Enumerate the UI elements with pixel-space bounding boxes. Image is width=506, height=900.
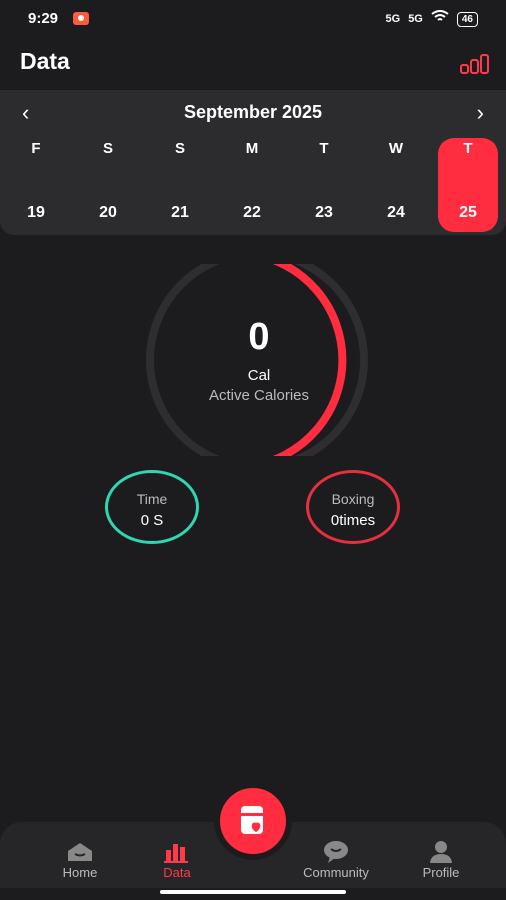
signal-icon: 5G (408, 13, 423, 25)
page-header: Data (0, 38, 506, 88)
home-indicator (160, 890, 346, 894)
person-icon (430, 841, 452, 863)
calendar-weekday: S (102, 140, 113, 157)
nav-data[interactable]: Data (137, 840, 217, 880)
status-icons: 5G 5G 46 (385, 10, 478, 28)
nav-home-label: Home (62, 865, 98, 880)
bar-chart-icon[interactable] (460, 54, 490, 74)
calendar-weekday: W (388, 140, 404, 157)
calendar-weekday: S (174, 140, 185, 157)
calendar-weekday: T (319, 140, 329, 157)
nav-profile-label: Profile (422, 865, 460, 880)
calendar-day[interactable]: S 20 (78, 138, 138, 232)
calories-label: Active Calories (208, 387, 310, 404)
home-icon (68, 843, 92, 861)
nav-home[interactable]: Home (40, 840, 120, 880)
calendar-date: 24 (387, 204, 405, 221)
time-stat-value: 0 S (140, 512, 164, 529)
calendar-date: 22 (243, 204, 261, 221)
calendar-header: ‹ September 2025 › (0, 102, 506, 126)
calories-ring: 0 Cal Active Calories (143, 264, 375, 456)
chevron-right-icon[interactable]: › (477, 102, 484, 124)
calendar-weekday: M (245, 140, 259, 157)
nav-community[interactable]: Community (296, 840, 376, 880)
status-bar: 9:29 5G 5G 46 (0, 0, 506, 38)
calendar-date: 25 (459, 204, 477, 221)
calendar-day[interactable]: T 23 (294, 138, 354, 232)
calendar-weekday: F (31, 140, 41, 157)
bar-chart-icon (164, 844, 188, 863)
week-calendar: ‹ September 2025 › F 19 S 20 S 21 M 22 T 23 W 24 T 25 (0, 90, 506, 235)
calendar-day[interactable]: F 19 (6, 138, 66, 232)
calendar-days: F 19 S 20 S 21 M 22 T 23 W 24 T 25 (0, 138, 506, 233)
calendar-date: 23 (315, 204, 333, 221)
calories-progress-ring (146, 264, 368, 456)
calendar-date: 19 (27, 204, 45, 221)
status-time: 9:29 (28, 10, 59, 27)
nav-community-label: Community (303, 865, 369, 880)
workout-button[interactable] (214, 782, 292, 860)
calendar-day[interactable]: W 24 (366, 138, 426, 232)
calendar-date: 21 (171, 204, 189, 221)
chat-bubble-icon (324, 841, 348, 863)
calendar-date: 20 (99, 204, 117, 221)
wifi-icon (431, 10, 449, 28)
time-stat-label: Time (136, 491, 168, 507)
time-stat[interactable]: Time 0 S (105, 470, 199, 544)
calories-unit: Cal (247, 367, 271, 384)
calendar-day[interactable]: S 21 (150, 138, 210, 232)
boxing-stat[interactable]: Boxing 0times (306, 470, 400, 544)
boxing-stat-value: 0times (330, 512, 376, 529)
calendar-weekday: T (463, 140, 473, 157)
page-title: Data (20, 48, 70, 74)
nav-profile[interactable]: Profile (401, 840, 481, 880)
boxing-stat-label: Boxing (331, 491, 375, 507)
workout-icon (241, 806, 263, 834)
screen-record-icon (73, 12, 89, 25)
signal-icon: 5G (385, 13, 401, 25)
chevron-left-icon[interactable]: ‹ (22, 102, 29, 124)
calendar-day[interactable]: T 25 (438, 138, 498, 232)
nav-data-label: Data (163, 865, 191, 880)
calories-value: 0 (248, 316, 270, 358)
calendar-day[interactable]: M 22 (222, 138, 282, 232)
battery-icon: 46 (456, 11, 478, 27)
month-label: September 2025 (183, 102, 323, 122)
